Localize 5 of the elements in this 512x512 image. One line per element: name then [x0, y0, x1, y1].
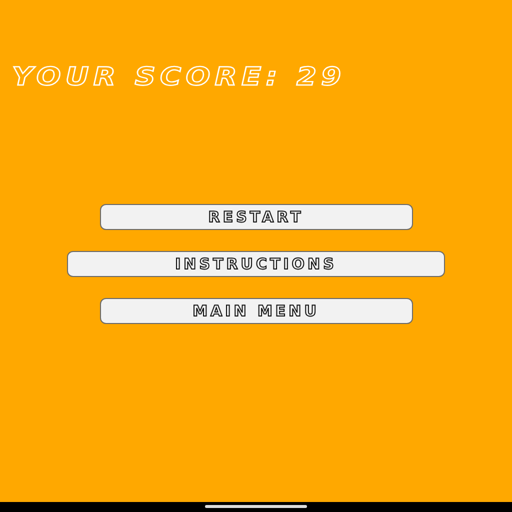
menu-button[interactable]: MAIN MENU	[100, 298, 412, 324]
menu-button[interactable]: INSTRUCTIONS	[67, 251, 445, 277]
score-title: YOUR SCORE: 29	[12, 62, 346, 92]
menu-button[interactable]: RESTART	[100, 204, 412, 230]
home-indicator[interactable]	[205, 505, 307, 508]
